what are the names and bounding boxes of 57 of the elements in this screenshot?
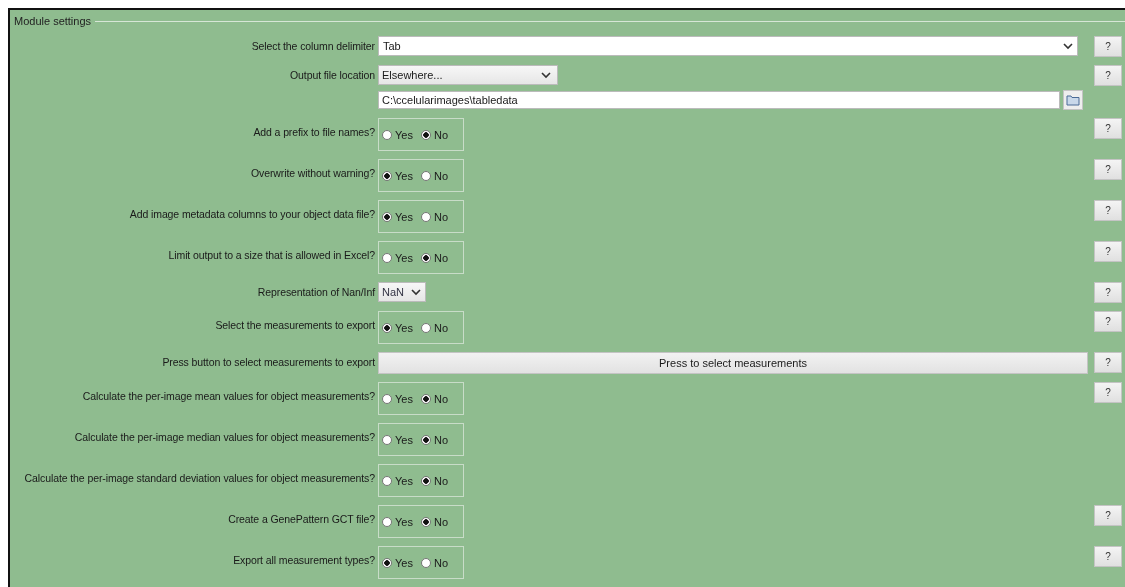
setting-label: Representation of Nan/Inf (257, 286, 375, 298)
setting-label: Limit output to a size that is allowed in Excel? (168, 249, 375, 261)
help-button[interactable]: ? (1094, 311, 1122, 332)
radio-option[interactable]: Yes (382, 321, 413, 334)
radio-option[interactable]: Yes (382, 251, 413, 264)
radio-option[interactable]: No (420, 433, 448, 446)
radio-option[interactable]: No (420, 169, 448, 182)
path-field[interactable]: C:\ccelularimages\tabledata (378, 91, 1060, 109)
radio-option[interactable]: No (420, 128, 448, 141)
setting-label: Calculate the per-image mean values for object measurements? (82, 390, 375, 402)
help-button[interactable]: ? (1094, 65, 1122, 86)
help-button[interactable]: ? (1094, 282, 1122, 303)
setting-label: Add image metadata columns to your object data file? (129, 208, 375, 220)
radio-option[interactable]: Yes (382, 515, 413, 528)
help-button[interactable]: ? (1094, 200, 1122, 221)
help-button[interactable]: ? (1094, 36, 1122, 57)
select-measurements-button[interactable]: Press to select measurements (378, 352, 1088, 374)
help-button[interactable]: ? (1094, 505, 1122, 526)
radio-option[interactable]: Yes (382, 556, 413, 569)
chevron-icon (411, 288, 421, 296)
radio-option[interactable]: No (420, 251, 448, 264)
setting-label: Output file location (290, 69, 375, 81)
setting-label: Select the column delimiter (251, 40, 375, 52)
folder-button[interactable] (1063, 90, 1083, 110)
setting-label: Overwrite without warning? (250, 167, 375, 179)
setting-label: Press button to select measurements to export (162, 356, 375, 368)
radio-option[interactable]: Yes (382, 210, 413, 223)
radio-option[interactable]: No (420, 210, 448, 223)
radio-option[interactable]: Yes (382, 128, 413, 141)
delimiter-dropdown[interactable]: Tab (378, 36, 1078, 56)
help-button[interactable]: ? (1094, 241, 1122, 262)
radio-option[interactable]: No (420, 321, 448, 334)
radio-option[interactable]: No (420, 556, 448, 569)
radio-option[interactable]: Yes (382, 433, 413, 446)
help-button[interactable]: ? (1094, 546, 1122, 567)
radio-option[interactable]: Yes (382, 169, 413, 182)
nan-dropdown[interactable]: NaN (378, 282, 426, 302)
help-button[interactable]: ? (1094, 352, 1122, 373)
chevron-icon (541, 71, 551, 79)
help-button[interactable]: ? (1094, 159, 1122, 180)
chevron-icon (1063, 42, 1073, 50)
setting-label: Calculate the per-image median values for object measurements? (74, 431, 375, 443)
radio-option[interactable]: Yes (382, 392, 413, 405)
section-title: Module settings (14, 15, 92, 27)
help-button[interactable]: ? (1094, 118, 1122, 139)
setting-label: Add a prefix to file names? (253, 126, 375, 138)
help-button[interactable]: ? (1094, 382, 1122, 403)
radio-option[interactable]: Yes (382, 474, 413, 487)
folder-icon (1066, 94, 1080, 106)
setting-label: Export all measurement types? (233, 554, 375, 566)
radio-option[interactable]: No (420, 474, 448, 487)
setting-label: Select the measurements to export (215, 319, 375, 331)
location-dropdown[interactable]: Elsewhere... (378, 65, 558, 85)
radio-option[interactable]: No (420, 392, 448, 405)
setting-label: Create a GenePattern GCT file? (228, 513, 375, 525)
setting-label: Calculate the per-image standard deviation values for object measurements? (24, 472, 375, 484)
radio-option[interactable]: No (420, 515, 448, 528)
